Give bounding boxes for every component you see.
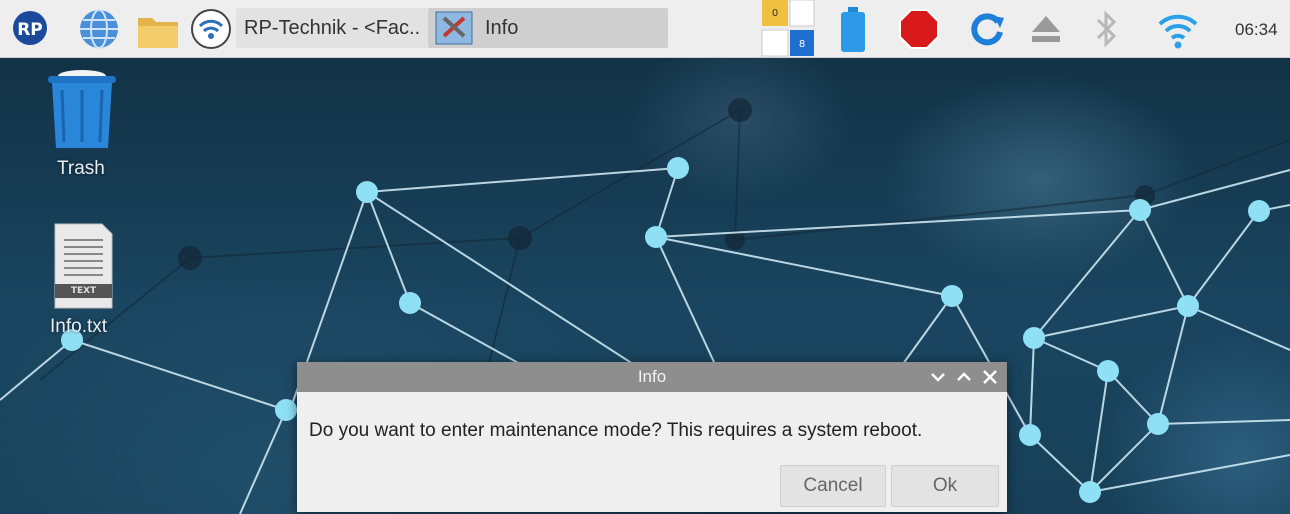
svg-text:0: 0 — [772, 8, 778, 19]
ok-button[interactable]: Ok — [891, 465, 999, 507]
trash-icon — [48, 70, 116, 148]
notes-icon[interactable]: 0 8 — [760, 0, 818, 58]
file-manager-icon[interactable] — [135, 12, 181, 50]
rp-logo-icon[interactable]: RP — [12, 10, 48, 46]
clock[interactable]: 06:34 — [1235, 20, 1278, 40]
info-txt-label: Info.txt — [50, 316, 108, 337]
text-file-icon — [54, 223, 113, 309]
desktop-icon-info-txt[interactable]: TEXT Info.txt — [40, 220, 130, 345]
svg-text:RP: RP — [17, 20, 43, 40]
cancel-button[interactable]: Cancel — [780, 465, 886, 507]
sync-icon[interactable] — [968, 10, 1006, 48]
window-2-title: Info — [485, 17, 519, 39]
dialog-titlebar[interactable]: Info — [297, 362, 1007, 392]
taskbar-window-info[interactable]: Info — [428, 8, 668, 48]
battery-icon[interactable] — [838, 6, 868, 54]
minimize-icon[interactable] — [929, 368, 947, 386]
window-1-title: RP-Technik - <Fac.. — [244, 17, 421, 39]
web-browser-icon[interactable] — [78, 8, 120, 50]
settings-tools-icon — [435, 11, 473, 45]
maximize-icon[interactable] — [955, 368, 973, 386]
info-dialog: Info Do you want to enter maintenance mo… — [297, 362, 1007, 512]
desktop-icon-trash[interactable]: Trash — [40, 68, 130, 183]
close-icon[interactable] — [981, 368, 999, 386]
wifi-icon[interactable] — [1156, 8, 1200, 52]
dialog-message: Do you want to enter maintenance mode? T… — [309, 420, 923, 441]
taskbar-window-rp-technik[interactable]: RP-Technik - <Fac.. — [236, 8, 428, 48]
taskbar: RP RP-Technik - <Fac.. Info 0 8 06:34 — [0, 0, 1290, 58]
svg-text:8: 8 — [799, 39, 805, 50]
bluetooth-icon[interactable] — [1094, 8, 1120, 50]
trash-label: Trash — [57, 158, 105, 179]
stop-icon[interactable] — [898, 8, 940, 50]
wifi-config-icon[interactable] — [190, 8, 232, 50]
dialog-title: Info — [637, 367, 667, 386]
text-file-badge: TEXT — [70, 286, 97, 296]
eject-icon[interactable] — [1030, 14, 1062, 44]
